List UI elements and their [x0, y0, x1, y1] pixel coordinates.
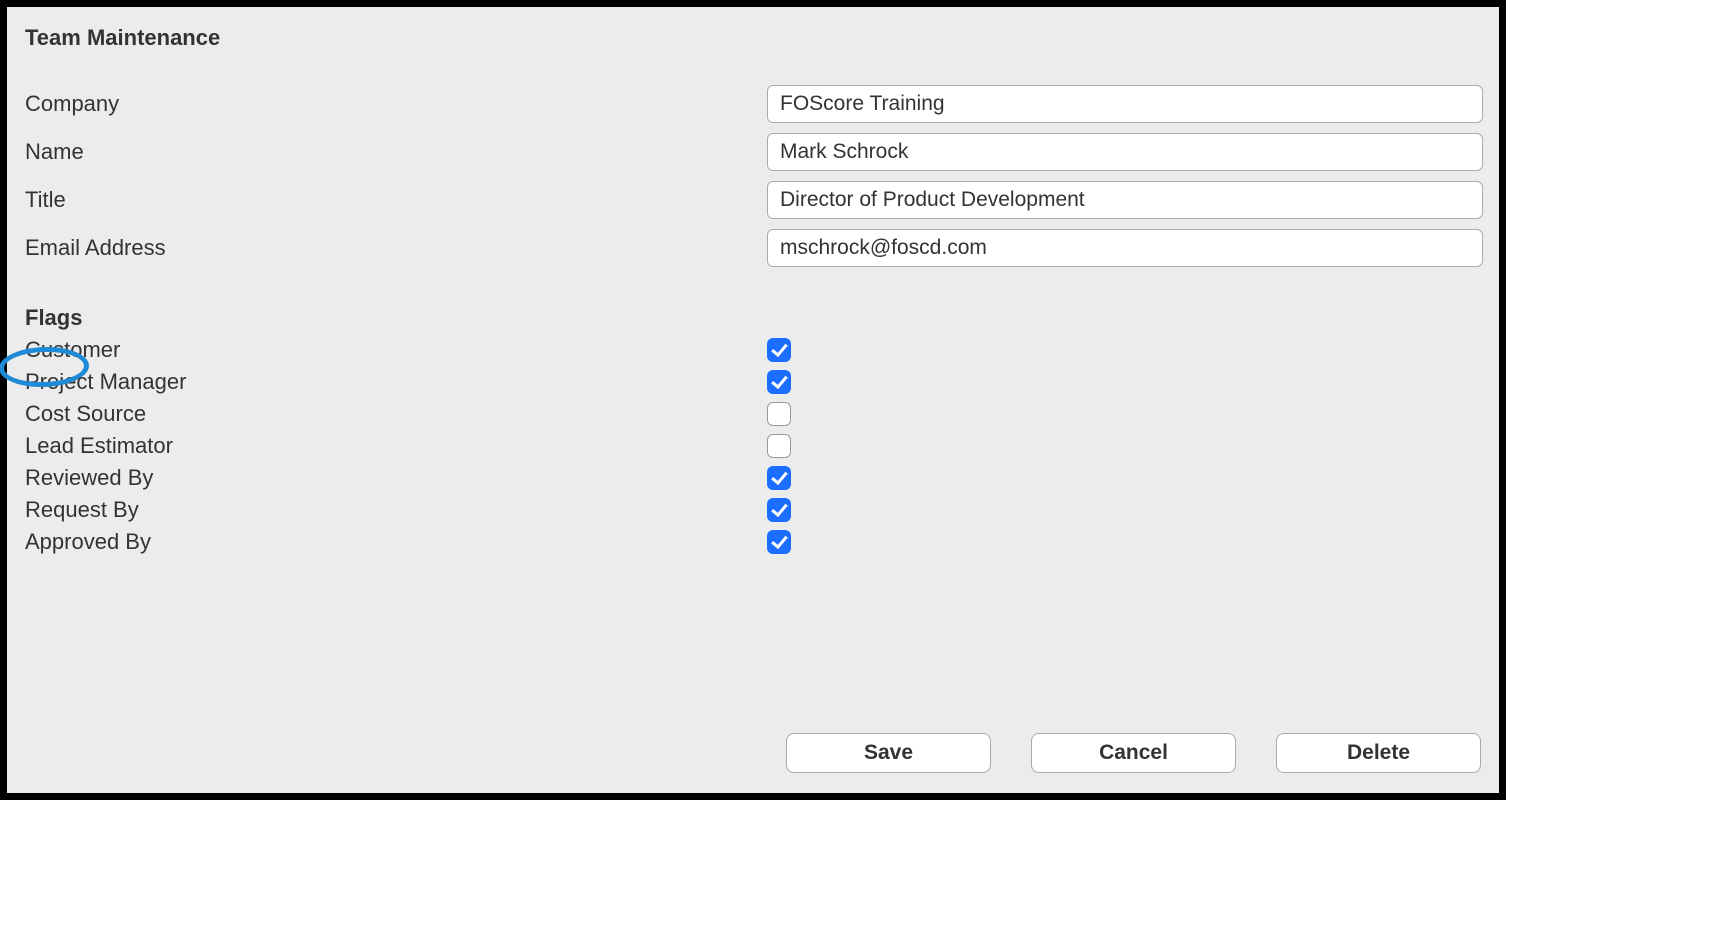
flag-checkbox-lead-estimator[interactable]	[767, 434, 791, 458]
flag-row-request-by: Request By	[23, 497, 1483, 523]
cancel-button[interactable]: Cancel	[1031, 733, 1236, 773]
page-title: Team Maintenance	[25, 25, 1483, 51]
flag-checkbox-cost-source[interactable]	[767, 402, 791, 426]
flag-checkbox-approved-by[interactable]	[767, 530, 791, 554]
title-label: Title	[23, 187, 767, 213]
email-label: Email Address	[23, 235, 767, 261]
field-row-title: Title	[23, 181, 1483, 219]
button-bar: Save Cancel Delete	[786, 733, 1481, 773]
flag-row-customer: Customer	[23, 337, 1483, 363]
flag-checkbox-reviewed-by[interactable]	[767, 466, 791, 490]
flag-label: Project Manager	[23, 369, 767, 395]
name-label: Name	[23, 139, 767, 165]
flag-label: Request By	[23, 497, 767, 523]
flag-row-approved-by: Approved By	[23, 529, 1483, 555]
flag-label: Customer	[23, 337, 767, 363]
flag-row-lead-estimator: Lead Estimator	[23, 433, 1483, 459]
field-row-company: Company	[23, 85, 1483, 123]
flag-checkbox-project-manager[interactable]	[767, 370, 791, 394]
flag-label: Reviewed By	[23, 465, 767, 491]
email-input[interactable]	[767, 229, 1483, 267]
flags-list: Customer Project Manager Cost Source Lea…	[23, 337, 1483, 555]
field-row-name: Name	[23, 133, 1483, 171]
title-input[interactable]	[767, 181, 1483, 219]
flags-heading: Flags	[25, 305, 82, 331]
team-maintenance-panel: Team Maintenance Company Name Title Emai…	[0, 0, 1506, 800]
flag-label: Lead Estimator	[23, 433, 767, 459]
save-button[interactable]: Save	[786, 733, 991, 773]
field-row-email: Email Address	[23, 229, 1483, 267]
flag-label: Approved By	[23, 529, 767, 555]
flag-checkbox-customer[interactable]	[767, 338, 791, 362]
flag-row-project-manager: Project Manager	[23, 369, 1483, 395]
company-label: Company	[23, 91, 767, 117]
flag-row-reviewed-by: Reviewed By	[23, 465, 1483, 491]
company-input[interactable]	[767, 85, 1483, 123]
name-input[interactable]	[767, 133, 1483, 171]
flag-label: Cost Source	[23, 401, 767, 427]
flag-checkbox-request-by[interactable]	[767, 498, 791, 522]
flag-row-cost-source: Cost Source	[23, 401, 1483, 427]
delete-button[interactable]: Delete	[1276, 733, 1481, 773]
